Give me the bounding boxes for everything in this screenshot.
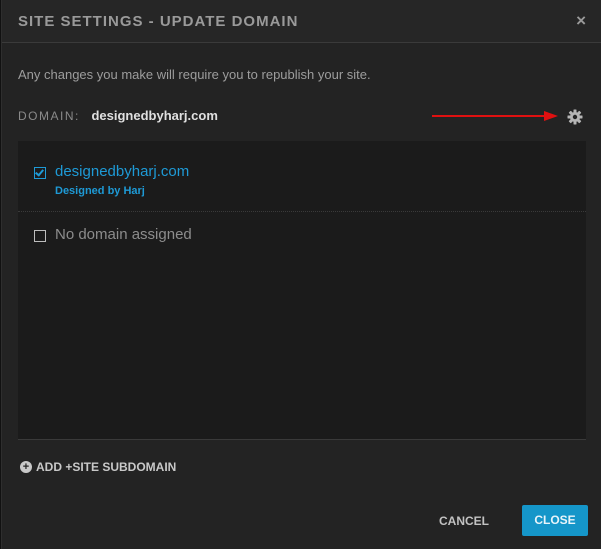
- domain-option[interactable]: No domain assigned: [18, 225, 586, 249]
- annotation-arrow-icon: [432, 111, 558, 121]
- domain-option-name[interactable]: designedbyharj.com: [55, 163, 189, 180]
- cancel-button[interactable]: CANCEL: [439, 514, 489, 528]
- dialog-title: SITE SETTINGS - UPDATE DOMAIN: [18, 13, 299, 30]
- site-settings-dialog: SITE SETTINGS - UPDATE DOMAIN × Any chan…: [1, 0, 601, 549]
- domain-label: DOMAIN:: [18, 109, 80, 123]
- gear-icon[interactable]: [567, 109, 583, 125]
- close-button[interactable]: CLOSE: [522, 505, 588, 536]
- add-subdomain-button[interactable]: + ADD +SITE SUBDOMAIN: [20, 460, 176, 474]
- dialog-header: SITE SETTINGS - UPDATE DOMAIN ×: [2, 0, 601, 43]
- republish-notice: Any changes you make will require you to…: [18, 67, 371, 82]
- close-icon[interactable]: ×: [576, 11, 586, 31]
- plus-circle-icon: +: [20, 461, 32, 473]
- domain-list: designedbyharj.com Designed by Harj No d…: [18, 141, 586, 440]
- add-subdomain-label: ADD +SITE SUBDOMAIN: [36, 460, 177, 474]
- current-domain: DOMAIN: designedbyharj.com: [18, 108, 218, 123]
- domain-value: designedbyharj.com: [91, 108, 218, 123]
- domain-option-name[interactable]: No domain assigned: [55, 226, 192, 243]
- domain-option-subtitle: Designed by Harj: [55, 185, 145, 197]
- domain-option[interactable]: designedbyharj.com Designed by Harj: [18, 161, 586, 212]
- checkbox-unchecked[interactable]: [34, 230, 46, 242]
- checkbox-checked[interactable]: [34, 167, 46, 179]
